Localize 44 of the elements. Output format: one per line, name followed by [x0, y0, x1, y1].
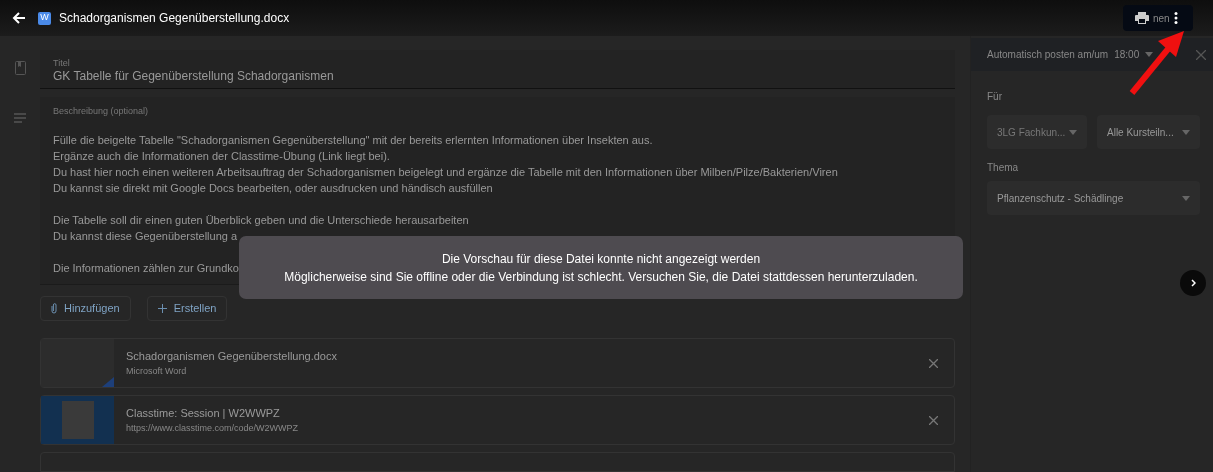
chevron-right-icon: [1190, 279, 1196, 287]
caret-icon: [1182, 195, 1190, 201]
file-title: Schadorganismen Gegenüberstellung.docx: [59, 10, 290, 27]
paperclip-icon: [51, 303, 57, 314]
students-dropdown[interactable]: Alle Kursteiln...: [1097, 115, 1200, 149]
topic-dropdown[interactable]: Pflanzenschutz - Schädlinge: [987, 181, 1200, 215]
attachment-title: Schadorganismen Gegenüberstellung.docx: [126, 349, 337, 363]
print-icon: [1135, 12, 1149, 24]
description-line: Die Informationen zählen zur Grundko: [53, 260, 239, 276]
back-arrow-icon[interactable]: [12, 11, 26, 25]
add-button[interactable]: Hinzufügen: [40, 296, 131, 321]
caret-icon: [1182, 129, 1190, 135]
schedule-label: Automatisch posten am/um: [987, 48, 1109, 62]
for-label: Für: [987, 90, 1002, 104]
error-message: Die Vorschau für diese Datei konnte nicht angezeigt werden: [441, 250, 761, 268]
attachment-subtitle: Microsoft Word: [126, 365, 187, 377]
more-vertical-icon: [1173, 12, 1178, 24]
next-button[interactable]: [1180, 270, 1206, 296]
class-dropdown[interactable]: 3LG Fachkun...: [987, 115, 1087, 149]
attachment-subtitle: https://www.classtime.com/code/W2WWPZ: [126, 422, 299, 434]
plus-icon: [157, 304, 167, 313]
topic-label: Thema: [987, 161, 1019, 175]
close-icon[interactable]: [929, 358, 938, 368]
create-button[interactable]: Erstellen: [146, 296, 228, 321]
description-line: Fülle die beigelte Tabelle "Schadorganismen Gegenüberstellung" mit der bereits erlernten Informationen über Insekten aus.: [53, 132, 653, 148]
attachment-title: Classtime: Session | W2WWPZ: [126, 406, 280, 420]
attachment-card[interactable]: Classtime: Session | W2WWPZ https://www.classtime.com/code/W2WWPZ: [40, 395, 955, 445]
print-menu-button[interactable]: nen: [1123, 5, 1193, 31]
close-icon[interactable]: [1196, 49, 1206, 60]
time-dropdown[interactable]: 18:00: [1114, 47, 1154, 62]
description-line: Die Tabelle soll dir einen guten Überblick geben und die Unterschiede herausarbeiten: [53, 212, 469, 228]
error-message: Möglicherweise sind Sie offline oder die Verbindung ist schlecht. Versuchen Sie, die Datei stattdessen herunterzuladen.: [284, 268, 918, 286]
description-line: Du kannst diese Gegenüberstellung a: [53, 228, 238, 244]
close-icon[interactable]: [929, 415, 938, 425]
attachment-card[interactable]: Schadorganismen Gegenüberstellung.docx Microsoft Word: [40, 338, 955, 388]
bookmark-icon: [14, 61, 26, 75]
word-file-icon: W: [38, 11, 51, 25]
caret-icon: [1145, 52, 1154, 57]
description-line: Du hast hier noch einen weiteren Arbeitsauftrag der Schadorganismen beigelegt und ergänze die Tabelle mit den Informationen über Milben/Pilze/Bakterien/Viren: [53, 164, 838, 180]
description-line: Ergänze auch die Informationen der Classtime-Übung (Link liegt bei).: [53, 148, 390, 164]
caret-icon: [1069, 129, 1077, 135]
text-lines-icon: [14, 113, 26, 123]
description-line: Du kannst sie direkt mit Google Docs bearbeiten, oder ausdrucken und händisch ausfüllen: [53, 180, 493, 196]
field-label: Beschreibung (optional): [53, 105, 149, 116]
